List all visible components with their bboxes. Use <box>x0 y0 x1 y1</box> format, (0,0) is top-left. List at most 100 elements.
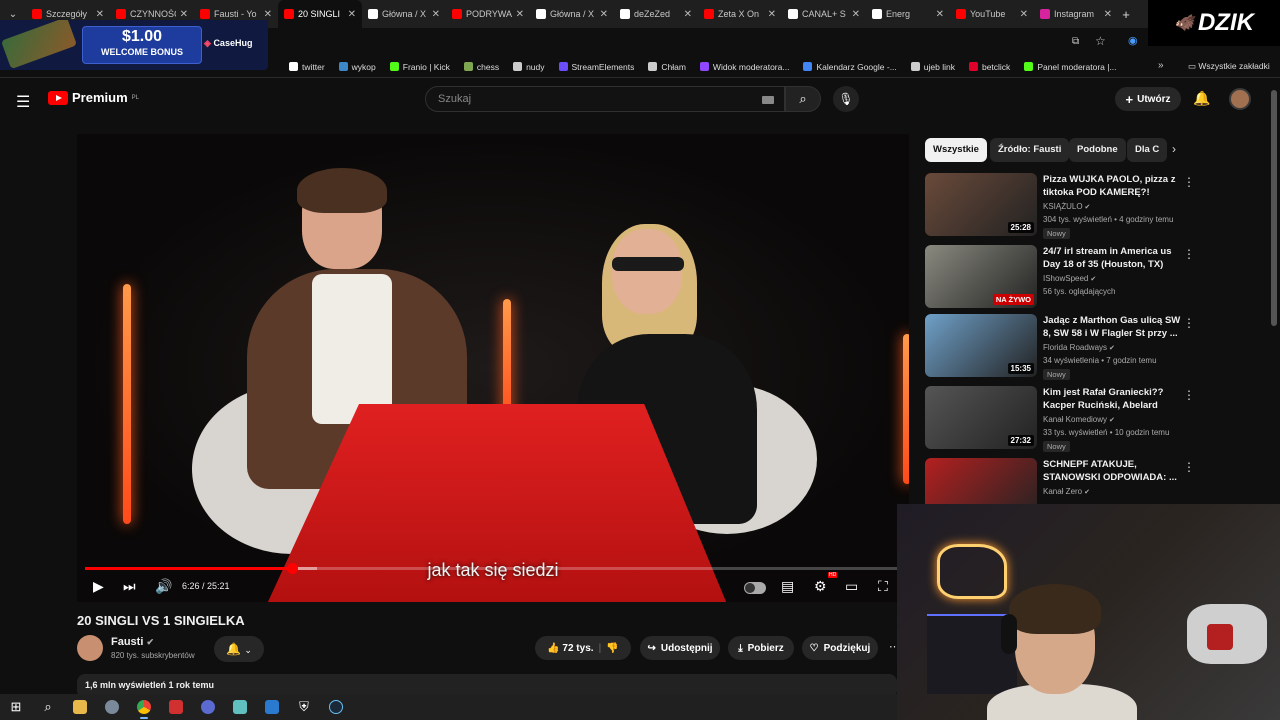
subtitles-icon[interactable]: ▤ <box>781 578 794 595</box>
progress-bar[interactable] <box>85 563 901 574</box>
obs-icon[interactable] <box>160 694 192 720</box>
fullscreen-icon[interactable]: ⛶ <box>878 578 888 595</box>
close-tab-icon[interactable]: ✕ <box>936 9 944 20</box>
recommended-video[interactable]: NA ŻYWO 24/7 irl stream in America us Day… <box>925 245 1195 309</box>
chrome-icon[interactable] <box>128 694 160 720</box>
recommended-video[interactable]: 15:35 Jadąc z Marthon Gas ulicą SW 8, SW … <box>925 314 1195 380</box>
voice-search-button[interactable]: 🎙 <box>833 86 859 112</box>
more-options-icon[interactable]: ⋮ <box>1183 316 1195 330</box>
close-tab-icon[interactable]: ✕ <box>684 9 692 20</box>
notepad-icon[interactable] <box>224 694 256 720</box>
file-explorer-icon[interactable] <box>64 694 96 720</box>
browser-tab[interactable]: Energ ✕ <box>866 0 950 28</box>
browser-tab[interactable]: Główna / X ✕ <box>530 0 614 28</box>
play-icon[interactable]: ▶ <box>93 578 104 595</box>
browser-tab[interactable]: YouTube ✕ <box>950 0 1034 28</box>
close-tab-icon[interactable]: ✕ <box>768 9 776 20</box>
next-icon[interactable]: ⏭ <box>123 578 136 595</box>
close-tab-icon[interactable]: ✕ <box>600 9 608 20</box>
bookmark-item[interactable]: Widok moderatora... <box>693 62 797 72</box>
download-button[interactable]: ⤓ Pobierz <box>728 636 794 660</box>
app-badge-icon[interactable] <box>192 694 224 720</box>
filter-chip[interactable]: Wszystkie <box>925 138 987 162</box>
bookmark-item[interactable]: betclick <box>962 62 1017 72</box>
close-tab-icon[interactable]: ✕ <box>180 9 188 20</box>
more-options-icon[interactable]: ⋮ <box>1183 460 1195 474</box>
channel-name[interactable]: Fausti ✔ <box>111 636 154 648</box>
video-thumbnail[interactable] <box>925 458 1037 504</box>
new-tab-button[interactable]: + <box>1118 7 1134 22</box>
bookmark-item[interactable]: Franio | Kick <box>383 62 457 72</box>
user-avatar[interactable] <box>1229 88 1251 110</box>
browser-tab[interactable]: Główna / X ✕ <box>362 0 446 28</box>
recommended-video[interactable]: SCHNEPF ATAKUJE, STANOWSKI ODPOWIADA: ..… <box>925 458 1195 504</box>
bookmark-item[interactable]: Kalendarz Google -... <box>796 62 903 72</box>
create-button[interactable]: + Utwórz <box>1115 87 1181 111</box>
browser-tab[interactable]: Instagram ✕ <box>1034 0 1118 28</box>
browser-tab[interactable]: PODRYWA ✕ <box>446 0 530 28</box>
recommended-video[interactable]: 25:28 Pizza WUJKA PAOLO, pizza z tiktoka … <box>925 173 1195 239</box>
close-tab-icon[interactable]: ✕ <box>348 9 356 20</box>
filter-chip[interactable]: Podobne <box>1069 138 1126 162</box>
video-thumbnail[interactable]: 25:28 <box>925 173 1037 236</box>
settings-gear-icon[interactable]: ⚙ <box>814 578 827 595</box>
browser-tab[interactable]: CANAL+ S ✕ <box>782 0 866 28</box>
close-tab-icon[interactable]: ✕ <box>852 9 860 20</box>
close-tab-icon[interactable]: ✕ <box>1020 9 1028 20</box>
close-tab-icon[interactable]: ✕ <box>264 9 272 20</box>
save-page-icon[interactable]: ⧉ <box>1072 36 1079 47</box>
theater-mode-icon[interactable]: ▭ <box>845 578 858 595</box>
more-options-icon[interactable]: ⋮ <box>1183 175 1195 189</box>
recommended-video[interactable]: 27:32 Kim jest Rafał Graniecki?? Kacper R… <box>925 386 1195 452</box>
video-thumbnail[interactable]: 27:32 <box>925 386 1037 449</box>
volume-icon[interactable]: 🔊 <box>155 578 172 595</box>
chips-next-chevron-icon[interactable]: › <box>1172 142 1176 156</box>
autoplay-toggle[interactable] <box>744 582 766 594</box>
dislike-button[interactable]: 👎 <box>606 643 618 654</box>
hamburger-menu-icon[interactable]: ☰ <box>16 92 30 112</box>
shield-icon[interactable]: ⛨ <box>288 694 320 720</box>
search-icon[interactable]: ⌕ <box>32 694 64 720</box>
bookmark-item[interactable]: StreamElements <box>552 62 642 72</box>
steam-icon[interactable] <box>320 694 352 720</box>
close-tab-icon[interactable]: ✕ <box>96 9 104 20</box>
youtube-premium-logo[interactable]: Premium PL <box>48 90 139 105</box>
window-icon[interactable] <box>256 694 288 720</box>
video-thumbnail[interactable]: 15:35 <box>925 314 1037 377</box>
browser-tab[interactable]: Zeta X On ✕ <box>698 0 782 28</box>
bookmark-item[interactable]: twitter <box>282 62 332 72</box>
tab-search-chevron-icon[interactable]: ⌄ <box>0 9 26 20</box>
channel-name[interactable]: IShowSpeed ✔ <box>1043 274 1096 283</box>
bookmark-item[interactable]: nudy <box>506 62 551 72</box>
bookmark-item[interactable]: Panel moderatora |... <box>1017 62 1123 72</box>
channel-name[interactable]: Kanał Zero ✔ <box>1043 487 1090 496</box>
channel-name[interactable]: Kanał Komediowy ✔ <box>1043 415 1115 424</box>
video-player[interactable]: jak tak się siedzi ▶ ⏭ 🔊 6:26 / 25:21 ▤ … <box>77 134 909 602</box>
bookmark-item[interactable]: ujeb link <box>904 62 962 72</box>
filter-chip[interactable]: Źródło: Fausti <box>990 138 1070 162</box>
windows-start-icon[interactable]: ⊞ <box>0 694 32 720</box>
app-icon[interactable] <box>96 694 128 720</box>
close-tab-icon[interactable]: ✕ <box>432 9 440 20</box>
search-input[interactable]: Szukaj <box>425 86 785 112</box>
browser-tab[interactable]: 20 SINGLI ✕ <box>278 0 362 28</box>
more-bookmarks-chevron-icon[interactable]: » <box>1158 60 1164 71</box>
filter-chip[interactable]: Dla C <box>1127 138 1167 162</box>
bookmark-star-icon[interactable]: ☆ <box>1095 34 1106 48</box>
close-tab-icon[interactable]: ✕ <box>1104 9 1112 20</box>
thanks-button[interactable]: ♡ Podziękuj <box>802 636 878 660</box>
video-thumbnail[interactable]: NA ŻYWO <box>925 245 1037 308</box>
more-options-icon[interactable]: ⋮ <box>1183 388 1195 402</box>
channel-name[interactable]: KSIĄŻULO ✔ <box>1043 202 1090 211</box>
subscribed-bell-button[interactable]: 🔔 ⌄ <box>214 636 264 662</box>
search-button[interactable]: ⌕ <box>785 86 821 112</box>
share-button[interactable]: ↪ Udostępnij <box>640 636 720 660</box>
channel-avatar[interactable] <box>77 635 103 661</box>
close-tab-icon[interactable]: ✕ <box>516 9 524 20</box>
channel-name[interactable]: Florida Roadways ✔ <box>1043 343 1115 352</box>
bookmark-item[interactable]: wykop <box>332 62 383 72</box>
bookmark-item[interactable]: chess <box>457 62 506 72</box>
keyboard-icon[interactable] <box>762 96 774 104</box>
like-button[interactable]: 👍 72 tys. <box>547 643 593 654</box>
more-options-icon[interactable]: ⋮ <box>1183 247 1195 261</box>
